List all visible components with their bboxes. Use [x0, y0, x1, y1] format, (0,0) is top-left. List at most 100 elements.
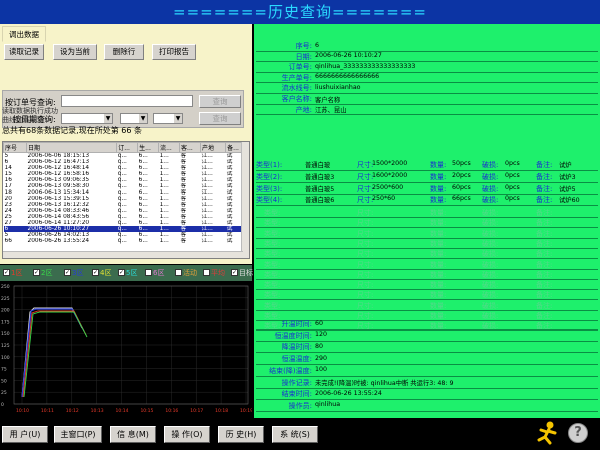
process-label: 结束(降)温度:: [269, 366, 312, 375]
legend-checkbox[interactable]: ✓: [3, 269, 10, 276]
legend-checkbox[interactable]: ✓: [92, 269, 99, 276]
legend-item[interactable]: ✓ 2区: [33, 269, 52, 277]
user-button[interactable]: 用 户(U): [2, 426, 48, 443]
legend-checkbox[interactable]: [145, 269, 152, 276]
legend-item[interactable]: ✓ 3区: [64, 269, 83, 277]
order-search-button[interactable]: 查询: [199, 95, 241, 108]
legend-label: 活动: [183, 269, 197, 277]
legend-checkbox[interactable]: [203, 269, 210, 276]
process-value: 120: [315, 331, 328, 339]
process-label: 升温时间:: [281, 320, 312, 328]
legend-label: 6区: [153, 269, 165, 277]
table-row[interactable]: 24 2006-06-14 08:33:46 q... 6... 1... 客江... 试: [4, 208, 243, 214]
type-name: 普通白玻: [305, 162, 331, 169]
x-tick-label: 10:16: [165, 408, 178, 414]
grid-column-header[interactable]: 序号: [3, 142, 28, 153]
legend-checkbox[interactable]: ✓: [33, 269, 40, 276]
help-icon[interactable]: ?: [568, 423, 588, 443]
note-label: 备注:: [536, 172, 553, 181]
y-tick-label: 175: [1, 319, 10, 325]
grid-column-header[interactable]: 客...: [179, 142, 201, 153]
info-value: 6: [315, 41, 320, 49]
grid-horizontal-scrollbar[interactable]: [3, 251, 243, 258]
grid-column-header[interactable]: 备...: [225, 142, 243, 153]
bottom-bar: 用 户(U) 主窗口(P) 信 息(M) 操 作(O) 历 史(H) 系 统(S…: [0, 418, 600, 450]
legend-checkbox[interactable]: [175, 269, 182, 276]
grid-column-header[interactable]: 订...: [116, 142, 139, 153]
qty-label: 数量:: [430, 161, 447, 169]
table-cell: 2006-06-26 13:55:24: [27, 238, 90, 245]
x-tick-label: 10:19: [240, 408, 252, 414]
row-divider: [256, 410, 598, 412]
info-button[interactable]: 信 息(M): [110, 426, 156, 443]
grid-vertical-scrollbar[interactable]: [241, 142, 249, 258]
info-label: 订单号:: [288, 63, 312, 72]
grid-column-header[interactable]: 流...: [158, 142, 181, 153]
table-row[interactable]: 20 2006-06-13 15:39:15 q... 6... 1... 客江... 试: [4, 196, 243, 202]
grid-column-header[interactable]: 日期: [26, 142, 118, 153]
table-row[interactable]: 66 2006-06-26 13:55:24 q... 6... 1... 客 江... 试: [4, 238, 243, 244]
size-value: 250*60: [372, 195, 396, 203]
table-cell: 1...: [159, 238, 169, 245]
tab-load-data[interactable]: 调出数据: [2, 26, 46, 42]
day-select[interactable]: ▼: [153, 113, 183, 124]
operation-button[interactable]: 操 作(O): [164, 426, 210, 443]
month-select[interactable]: ▼: [120, 113, 148, 124]
x-tick-label: 10:12: [66, 408, 79, 414]
x-tick-label: 10:13: [91, 408, 104, 414]
legend-item[interactable]: 活动: [175, 269, 197, 277]
process-label: 恒温温度:: [281, 355, 312, 364]
info-label: 日期:: [295, 52, 312, 61]
row-divider: [256, 114, 598, 116]
y-tick-label: 25: [1, 390, 7, 396]
process-label: 操作记录:: [281, 378, 312, 387]
main-window-button[interactable]: 主窗口(P): [54, 426, 102, 443]
legend-item[interactable]: ✓ 4区: [92, 269, 111, 277]
running-man-icon[interactable]: [536, 420, 560, 446]
x-tick-label: 10:18: [215, 408, 228, 414]
info-label: 生产单号:: [281, 73, 312, 82]
legend-item[interactable]: ✓ 1区: [3, 269, 22, 277]
system-button[interactable]: 系 统(S): [272, 426, 318, 443]
table-row[interactable]: 23 2006-06-13 16:12:32 q... 6... 1... 客江... 试: [4, 202, 243, 208]
x-tick-label: 10:10: [16, 408, 29, 414]
size-label: 尺寸:: [357, 172, 374, 181]
legend-item[interactable]: 平均: [203, 269, 225, 277]
y-tick-label: 50: [1, 378, 7, 384]
date-search-button[interactable]: 查询: [199, 112, 241, 125]
qty-label: 数量:: [430, 196, 447, 205]
note-value: 试炉3: [559, 173, 576, 181]
record-grid[interactable]: 序号 日期 订... 生... 流... 客... 产地 备... 5 2006-06-06 1…: [2, 141, 250, 259]
record-summary: 总共有68条数据记录,现在所处第 66 条: [2, 126, 142, 135]
year-select[interactable]: ▼: [61, 113, 113, 124]
zone-2-curve: [23, 311, 88, 398]
delete-row-button[interactable]: 删除行: [104, 44, 144, 60]
read-record-button[interactable]: 读取记录: [4, 44, 44, 60]
process-value: 80: [315, 342, 324, 350]
legend-checkbox[interactable]: ✓: [118, 269, 125, 276]
table-row[interactable]: 17 2006-06-13 09:58:30 q... 6... 1... 客江... 试: [4, 183, 243, 189]
status-message: 曲线加载成功!: [2, 116, 47, 124]
info-label: 序号:: [295, 42, 312, 50]
legend-item[interactable]: 6区: [145, 269, 164, 277]
info-value: 2006-06-26 10:10:27: [315, 52, 382, 60]
table-cell: 6...: [138, 238, 148, 245]
process-value: 2006-06-26 13:55:24: [315, 389, 382, 397]
grid-column-header[interactable]: 生...: [137, 142, 160, 153]
table-cell: 客: [180, 238, 187, 245]
qty-label: 数量:: [430, 184, 447, 193]
grid-column-header[interactable]: 产地: [199, 142, 227, 153]
set-current-button[interactable]: 设为当前: [53, 44, 97, 60]
order-number-input[interactable]: [61, 95, 193, 107]
history-button[interactable]: 历 史(H): [218, 426, 264, 443]
y-tick-label: 100: [1, 355, 10, 361]
print-report-button[interactable]: 打印报告: [152, 44, 196, 60]
legend-item[interactable]: ✓ 目标: [231, 269, 253, 277]
legend-checkbox[interactable]: ✓: [64, 269, 71, 276]
type-label: 类型(2):: [256, 172, 283, 181]
type-label: 类型(3):: [256, 184, 283, 193]
curve-legend: ✓ 1区 ✓ 2区 ✓ 3区 ✓ 4区 ✓ 5区 6区 活动 平均 ✓ 目标: [0, 265, 253, 281]
legend-item[interactable]: ✓ 5区: [118, 269, 137, 277]
legend-checkbox[interactable]: ✓: [231, 269, 238, 276]
table-row[interactable]: 18 2006-06-13 15:34:14 q... 6... 1... 客江... 试: [4, 189, 243, 196]
